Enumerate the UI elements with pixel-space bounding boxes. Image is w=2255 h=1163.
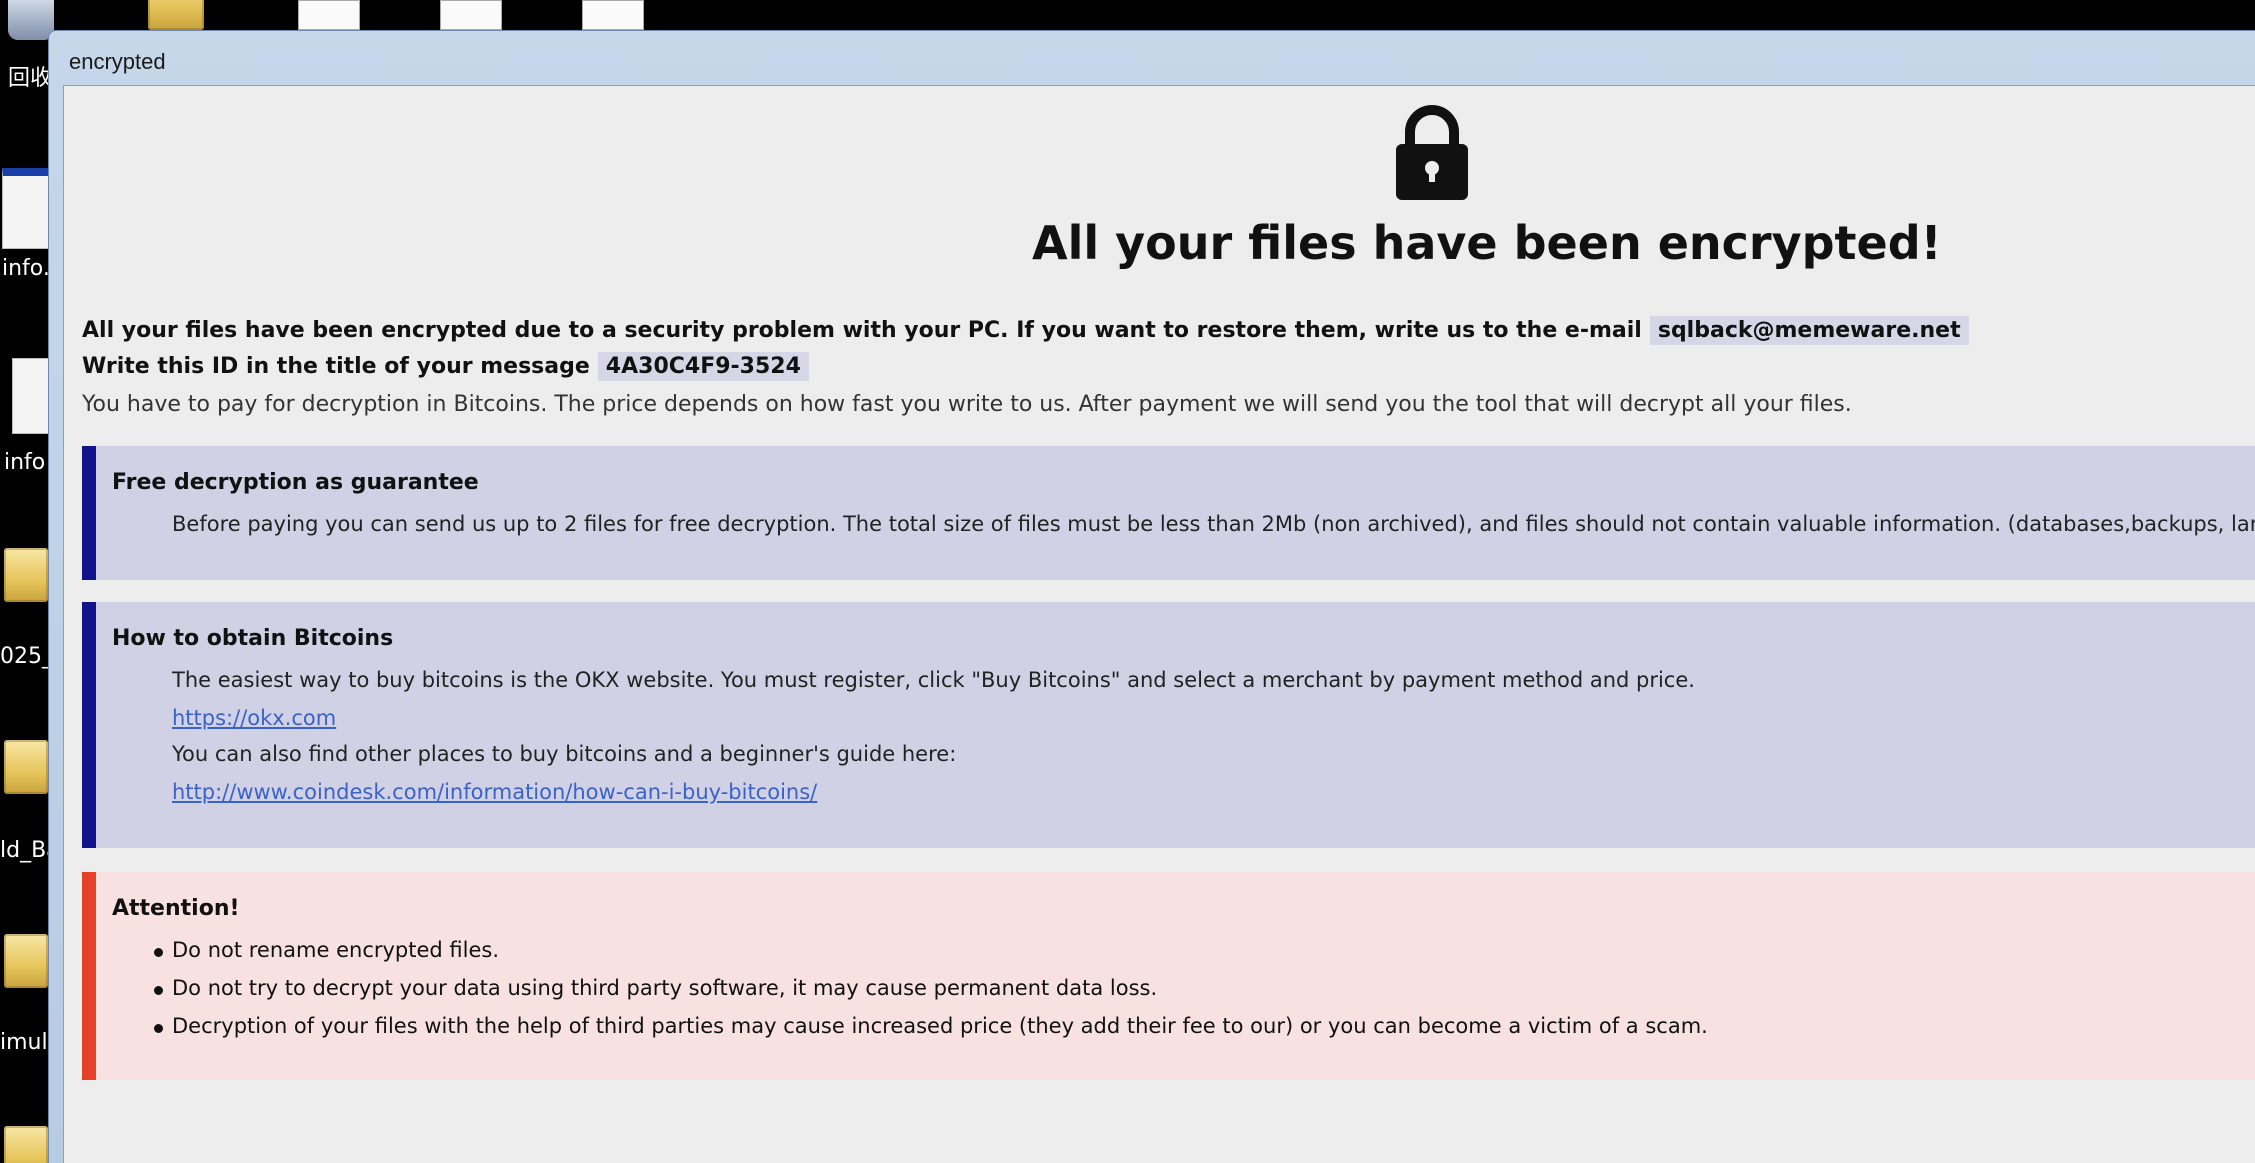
file-icon[interactable] [12,358,50,434]
bitcoins-text-2: You can also find other places to buy bi… [172,742,957,766]
folder-icon[interactable] [4,548,48,602]
bitcoins-title: How to obtain Bitcoins [112,626,394,651]
list-item: Do not rename encrypted files. [154,938,499,962]
id-line: Write this ID in the title of your messa… [82,352,809,381]
attention-item-text: Do not rename encrypted files. [172,938,500,962]
list-item: Decryption of your files with the help o… [154,1014,1708,1038]
attention-item-text: Do not try to decrypt your data using th… [172,976,1158,1000]
bitcoins-panel: How to obtain Bitcoins The easiest way t… [82,602,2255,848]
page-title: All your files have been encrypted! [1032,216,1942,270]
desktop-icon-label[interactable]: 回收 [8,60,52,92]
desktop-icon-label[interactable]: info [4,450,45,475]
folder-icon[interactable] [4,1126,48,1163]
window-content: All your files have been encrypted! All … [63,85,2255,1163]
recycle-bin-icon[interactable] [8,0,54,40]
payment-text: You have to pay for decryption in Bitcoi… [82,392,1852,417]
attention-item-text: Decryption of your files with the help o… [172,1014,1708,1038]
coindesk-link[interactable]: http://www.coindesk.com/information/how-… [172,780,817,804]
ransom-note-window[interactable]: encrypted All your files have been encry… [48,30,2255,1163]
free-decryption-title: Free decryption as guarantee [112,470,479,495]
victim-id[interactable]: 4A30C4F9-3524 [597,352,809,381]
list-item: Do not try to decrypt your data using th… [154,976,1157,1000]
file-icon[interactable] [582,0,644,30]
free-decryption-text: Before paying you can send us up to 2 fi… [172,512,2255,536]
intro-text: All your files have been encrypted due t… [82,318,1642,343]
folder-icon[interactable] [4,740,48,794]
file-icon[interactable] [298,0,360,30]
window-title: encrypted [69,49,166,74]
free-decryption-panel: Free decryption as guarantee Before payi… [82,446,2255,580]
folder-icon[interactable] [148,0,204,30]
desktop-icon-label[interactable]: 025_ [0,644,53,669]
window-file-icon[interactable] [2,168,50,249]
file-icon[interactable] [440,0,502,30]
desktop: 回收 info. info 025_ ld_Ba imula encrypted [0,0,2255,1163]
okx-link[interactable]: https://okx.com [172,706,336,730]
intro-line: All your files have been encrypted due t… [82,316,1969,345]
id-instruction: Write this ID in the title of your messa… [82,354,590,379]
bitcoins-text-1: The easiest way to buy bitcoins is the O… [172,668,1695,692]
lock-icon [1392,102,1472,202]
window-titlebar[interactable]: encrypted [49,31,2255,83]
attention-title: Attention! [112,896,240,921]
folder-icon[interactable] [4,934,48,988]
attention-panel: Attention! Do not rename encrypted files… [82,872,2255,1080]
desktop-icon-label[interactable]: info. [2,256,50,281]
contact-email[interactable]: sqlback@memeware.net [1649,316,1969,345]
